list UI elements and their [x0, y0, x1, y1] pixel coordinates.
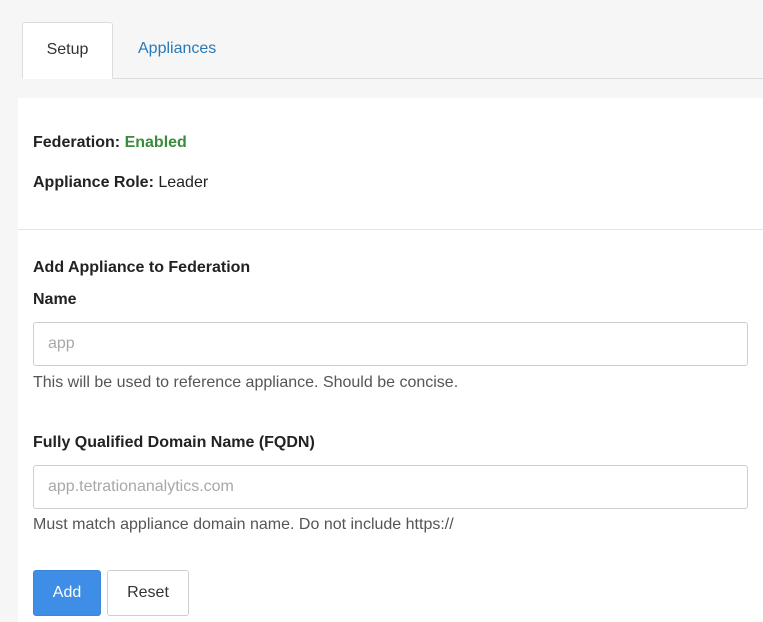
federation-status-value: Enabled [124, 134, 187, 151]
tab-setup[interactable]: Setup [22, 22, 113, 79]
divider [18, 229, 763, 230]
fqdn-label: Fully Qualified Domain Name (FQDN) [33, 434, 315, 451]
add-button[interactable]: Add [33, 570, 101, 616]
federation-label: Federation: [33, 134, 121, 151]
name-input[interactable] [33, 322, 748, 366]
appliance-role-value: Leader [158, 174, 209, 191]
fqdn-help-text: Must match appliance domain name. Do not… [33, 516, 454, 533]
setup-panel: Federation: Enabled Appliance Role: Lead… [18, 98, 763, 622]
appliance-role: Appliance Role: Leader [33, 174, 208, 192]
reset-button[interactable]: Reset [107, 570, 189, 616]
tab-bar: Setup Appliances [22, 22, 763, 79]
name-help-text: This will be used to reference appliance… [33, 374, 459, 391]
federation-status: Federation: Enabled [33, 134, 187, 152]
fqdn-input[interactable] [33, 465, 748, 509]
appliance-role-label: Appliance Role: [33, 174, 154, 191]
form-section-title: Add Appliance to Federation [33, 259, 251, 276]
tab-appliances[interactable]: Appliances [138, 22, 216, 78]
name-label: Name [33, 291, 77, 308]
